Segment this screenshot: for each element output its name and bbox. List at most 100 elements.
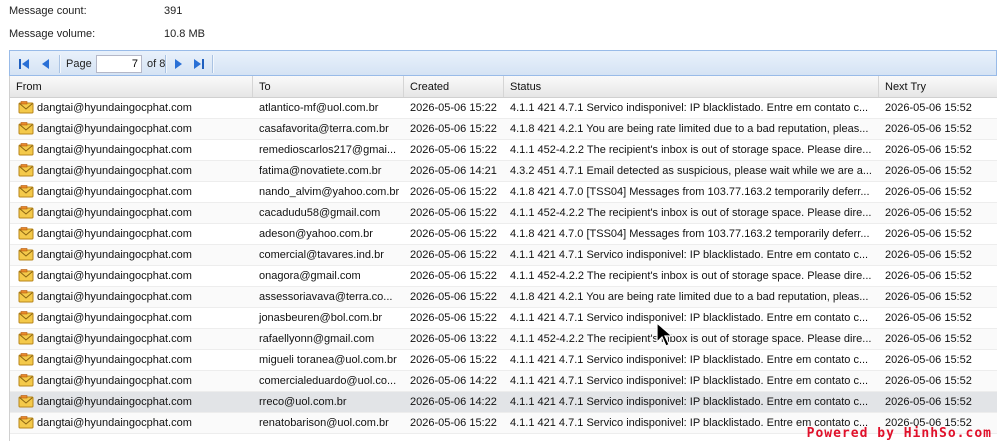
from-cell: dangtai@hyundaingocphat.com: [37, 228, 192, 240]
column-header-from[interactable]: From: [10, 76, 253, 97]
status-cell: 4.1.1 452-4.2.2 The recipient's inbox is…: [510, 144, 872, 156]
page-label: Page: [66, 58, 92, 70]
next-try-cell: 2026-05-06 15:52: [885, 312, 972, 324]
message-count-label: Message count:: [9, 5, 87, 17]
from-cell: dangtai@hyundaingocphat.com: [37, 207, 192, 219]
from-cell: dangtai@hyundaingocphat.com: [37, 312, 192, 324]
table-row[interactable]: dangtai@hyundaingocphat.com comercialedua…: [10, 371, 997, 392]
to-cell: cacadudu58@gmail.com: [259, 207, 381, 219]
next-try-cell: 2026-05-06 15:52: [885, 396, 972, 408]
to-cell: casafavorita@terra.com.br: [259, 123, 389, 135]
to-cell: jonasbeuren@bol.com.br: [259, 312, 383, 324]
table-row[interactable]: dangtai@hyundaingocphat.com jonasbeuren@b…: [10, 308, 997, 329]
created-cell: 2026-05-06 13:22: [410, 333, 497, 345]
from-cell: dangtai@hyundaingocphat.com: [37, 333, 192, 345]
created-cell: 2026-05-06 15:22: [410, 417, 497, 429]
created-cell: 2026-05-06 15:22: [410, 270, 497, 282]
table-row[interactable]: dangtai@hyundaingocphat.com rreco@uol.com…: [10, 392, 997, 413]
grid-header: From To Created Status Next Try: [10, 76, 997, 98]
next-try-cell: 2026-05-06 15:52: [885, 123, 972, 135]
paging-toolbar: Page of 8: [9, 50, 997, 76]
to-cell: onagora@gmail.com: [259, 270, 361, 282]
next-try-cell: 2026-05-06 15:52: [885, 333, 972, 345]
table-row[interactable]: dangtai@hyundaingocphat.com comercial@tav…: [10, 245, 997, 266]
to-cell: rafaellyonn@gmail.com: [259, 333, 375, 345]
table-row[interactable]: dangtai@hyundaingocphat.com remedioscarlo…: [10, 140, 997, 161]
from-cell: dangtai@hyundaingocphat.com: [37, 354, 192, 366]
next-try-cell: 2026-05-06 15:52: [885, 354, 972, 366]
from-cell: dangtai@hyundaingocphat.com: [37, 186, 192, 198]
next-try-cell: 2026-05-06 15:52: [885, 291, 972, 303]
to-cell: remedioscarlos217@gmai...: [259, 144, 397, 156]
table-row[interactable]: dangtai@hyundaingocphat.com casafavorita@…: [10, 119, 997, 140]
first-page-icon[interactable]: [16, 56, 32, 72]
next-try-cell: 2026-05-06 15:52: [885, 270, 972, 282]
column-header-created[interactable]: Created: [404, 76, 504, 97]
to-cell: renatobarison@uol.com.br: [259, 417, 389, 429]
from-cell: dangtai@hyundaingocphat.com: [37, 165, 192, 177]
created-cell: 2026-05-06 15:22: [410, 312, 497, 324]
to-cell: comercialeduardo@uol.co...: [259, 375, 397, 387]
status-cell: 4.1.1 452-4.2.2 The recipient's inbox is…: [510, 333, 872, 345]
from-cell: dangtai@hyundaingocphat.com: [37, 270, 192, 282]
status-cell: 4.1.8 421 4.2.1 You are being rate limit…: [510, 291, 869, 303]
toolbar-separator: [212, 55, 214, 73]
page-number-input[interactable]: [96, 55, 142, 73]
status-cell: 4.1.8 421 4.2.1 You are being rate limit…: [510, 123, 869, 135]
last-page-icon[interactable]: [191, 56, 207, 72]
created-cell: 2026-05-06 15:22: [410, 144, 497, 156]
table-row[interactable]: dangtai@hyundaingocphat.com assessoriavav…: [10, 287, 997, 308]
next-page-icon[interactable]: [170, 56, 186, 72]
to-cell: fatima@novatiete.com.br: [259, 165, 382, 177]
status-cell: 4.1.1 421 4.7.1 Servico indisponivel: IP…: [510, 396, 869, 408]
status-cell: 4.1.1 421 4.7.1 Servico indisponivel: IP…: [510, 375, 869, 387]
status-cell: 4.1.1 421 4.7.1 Servico indisponivel: IP…: [510, 312, 869, 324]
page-count-label: of 8: [147, 58, 166, 70]
table-row[interactable]: dangtai@hyundaingocphat.com migueli toran…: [10, 350, 997, 371]
message-count-row: Message count: 391: [0, 0, 998, 22]
table-row[interactable]: dangtai@hyundaingocphat.com nando_alvim@y…: [10, 182, 997, 203]
from-cell: dangtai@hyundaingocphat.com: [37, 375, 192, 387]
next-try-cell: 2026-05-06 15:52: [885, 375, 972, 387]
from-cell: dangtai@hyundaingocphat.com: [37, 396, 192, 408]
prev-page-icon[interactable]: [38, 56, 54, 72]
created-cell: 2026-05-06 15:22: [410, 186, 497, 198]
next-try-cell: 2026-05-06 15:52: [885, 165, 972, 177]
next-try-cell: 2026-05-06 15:52: [885, 102, 972, 114]
column-header-status[interactable]: Status: [504, 76, 879, 97]
next-try-cell: 2026-05-06 15:52: [885, 249, 972, 261]
to-cell: comercial@tavares.ind.br: [259, 249, 384, 261]
next-try-cell: 2026-05-06 15:52: [885, 228, 972, 240]
to-cell: assessoriavava@terra.co...: [259, 291, 393, 303]
from-cell: dangtai@hyundaingocphat.com: [37, 249, 192, 261]
from-cell: dangtai@hyundaingocphat.com: [37, 123, 192, 135]
table-row[interactable]: dangtai@hyundaingocphat.com cacadudu58@gm…: [10, 203, 997, 224]
from-cell: dangtai@hyundaingocphat.com: [37, 144, 192, 156]
to-cell: migueli toranea@uol.com.br: [259, 354, 397, 366]
created-cell: 2026-05-06 14:21: [410, 165, 497, 177]
table-row[interactable]: dangtai@hyundaingocphat.com atlantico-mf@…: [10, 98, 997, 119]
column-header-next-try[interactable]: Next Try: [879, 76, 997, 97]
message-volume-label: Message volume:: [9, 28, 96, 40]
table-row[interactable]: dangtai@hyundaingocphat.com adeson@yahoo.…: [10, 224, 997, 245]
to-cell: rreco@uol.com.br: [259, 396, 347, 408]
to-cell: adeson@yahoo.com.br: [259, 228, 373, 240]
created-cell: 2026-05-06 15:22: [410, 249, 497, 261]
created-cell: 2026-05-06 14:22: [410, 375, 497, 387]
next-try-cell: 2026-05-06 15:52: [885, 144, 972, 156]
status-cell: 4.3.2 451 4.7.1 Email detected as suspic…: [510, 165, 872, 177]
watermark-text: Powered by HinhSo.com: [806, 426, 992, 441]
table-row[interactable]: dangtai@hyundaingocphat.com rafaellyonn@g…: [10, 329, 997, 350]
toolbar-separator: [59, 55, 61, 73]
created-cell: 2026-05-06 15:22: [410, 228, 497, 240]
mouse-cursor-icon: [656, 322, 674, 347]
table-row[interactable]: dangtai@hyundaingocphat.com onagora@gmail…: [10, 266, 997, 287]
table-row[interactable]: dangtai@hyundaingocphat.com fatima@novati…: [10, 161, 997, 182]
created-cell: 2026-05-06 15:22: [410, 291, 497, 303]
from-cell: dangtai@hyundaingocphat.com: [37, 291, 192, 303]
toolbar-separator: [165, 55, 167, 73]
status-cell: 4.1.8 421 4.7.0 [TSS04] Messages from 10…: [510, 228, 870, 240]
status-cell: 4.1.8 421 4.7.0 [TSS04] Messages from 10…: [510, 186, 870, 198]
column-header-to[interactable]: To: [253, 76, 404, 97]
next-try-cell: 2026-05-06 15:52: [885, 186, 972, 198]
